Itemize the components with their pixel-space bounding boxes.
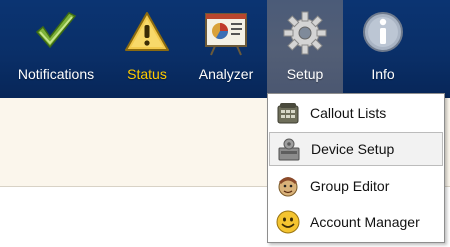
toolbar-notifications[interactable]: Notifications bbox=[8, 0, 104, 98]
smiley-icon bbox=[275, 209, 301, 235]
toolbar-label: Status bbox=[127, 66, 167, 82]
checkmark-icon bbox=[34, 10, 78, 59]
toolbar-info[interactable]: Info bbox=[350, 0, 416, 98]
device-icon bbox=[276, 137, 302, 163]
menu-item-device-setup[interactable]: Device Setup bbox=[269, 132, 443, 166]
setup-dropdown-menu: Callout Lists Device Setup Group Editor bbox=[267, 93, 445, 243]
toolbar-label: Info bbox=[371, 66, 395, 82]
menu-item-label: Group Editor bbox=[310, 178, 390, 194]
main-toolbar: Notifications Status Analyzer Setup Info bbox=[0, 0, 450, 98]
toolbar-analyzer[interactable]: Analyzer bbox=[190, 0, 262, 98]
warning-icon bbox=[124, 10, 170, 59]
toolbar-label: Analyzer bbox=[198, 66, 254, 82]
menu-item-account-manager[interactable]: Account Manager bbox=[269, 205, 443, 239]
group-editor-icon bbox=[275, 173, 301, 199]
toolbar-label: Setup bbox=[286, 66, 324, 82]
menu-item-label: Account Manager bbox=[310, 214, 420, 230]
menu-item-callout-lists[interactable]: Callout Lists bbox=[269, 96, 443, 130]
toolbar-setup[interactable]: Setup bbox=[267, 0, 343, 98]
menu-item-group-editor[interactable]: Group Editor bbox=[269, 169, 443, 203]
phone-list-icon bbox=[275, 100, 301, 126]
chart-board-icon bbox=[203, 10, 249, 61]
toolbar-status[interactable]: Status bbox=[112, 0, 182, 98]
info-icon bbox=[361, 10, 405, 59]
menu-item-label: Device Setup bbox=[311, 141, 395, 157]
toolbar-label: Notifications bbox=[17, 66, 95, 82]
menu-item-label: Callout Lists bbox=[310, 105, 387, 121]
gear-icon bbox=[282, 10, 328, 61]
